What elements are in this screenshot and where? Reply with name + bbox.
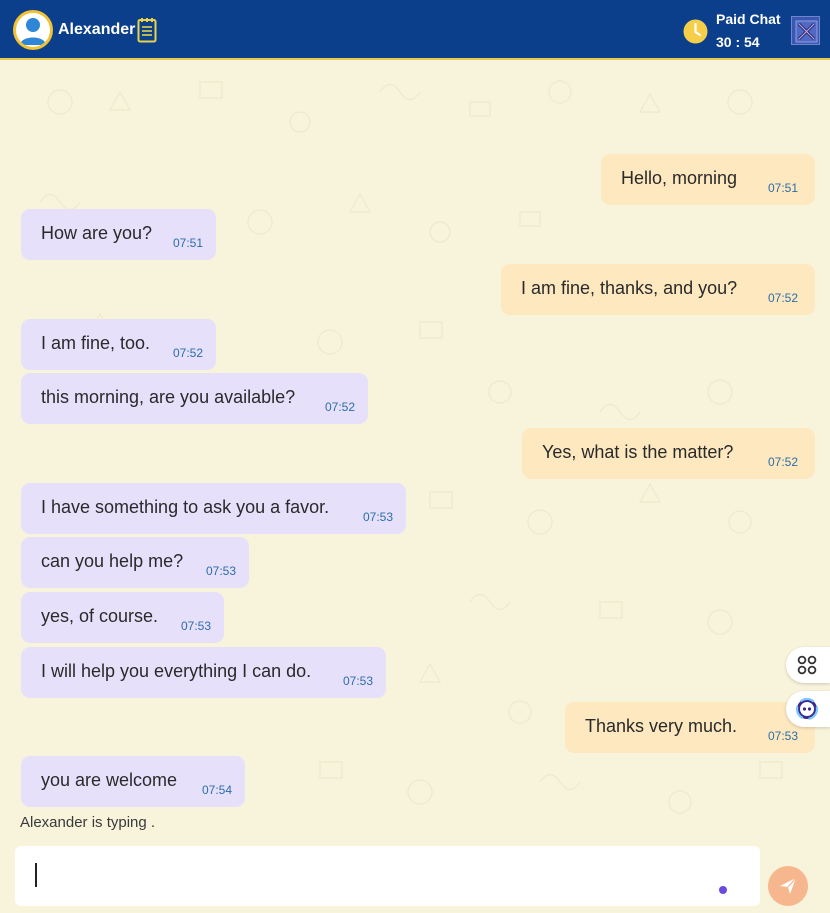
text-cursor: [35, 863, 37, 887]
apps-grid-icon: [797, 655, 817, 675]
message-text: Hello, morning: [621, 168, 738, 188]
message-time: 07:53: [205, 564, 236, 578]
message-bubble-incoming[interactable]: this morning, are you available? 07:52: [21, 373, 368, 424]
close-button[interactable]: [791, 16, 820, 45]
message-bubble-outgoing[interactable]: I am fine, thanks, and you? 07:52: [501, 264, 815, 315]
message-text: How are you?: [41, 223, 153, 243]
clock-icon: [683, 19, 708, 49]
message-time: 07:52: [324, 400, 355, 414]
message-time: 07:53: [362, 510, 393, 524]
message-text: yes, of course.: [41, 606, 159, 626]
message-bubble-incoming[interactable]: I have something to ask you a favor. 07:…: [21, 483, 406, 534]
assistant-button[interactable]: [786, 691, 830, 727]
message-time: 07:51: [172, 236, 203, 250]
message-bubble-incoming[interactable]: I am fine, too. 07:52: [21, 319, 216, 370]
user-icon: [20, 18, 46, 45]
message-bubble-incoming[interactable]: How are you? 07:51: [21, 209, 216, 260]
close-icon: [795, 20, 818, 43]
chat-timer: 30 : 54: [716, 34, 760, 50]
message-input[interactable]: [15, 846, 760, 906]
contact-name: Alexander: [58, 21, 136, 38]
message-text: I have something to ask you a favor.: [41, 497, 330, 517]
message-time: 07:51: [767, 181, 798, 195]
message-text: you are welcome: [41, 770, 178, 790]
message-bubble-outgoing[interactable]: Hello, morning 07:51: [601, 154, 815, 205]
avatar[interactable]: [13, 10, 53, 50]
message-bubble-incoming[interactable]: can you help me? 07:53: [21, 537, 249, 588]
message-time: 07:53: [342, 674, 373, 688]
chat-area[interactable]: Hello, morning 07:51 How are you? 07:51 …: [0, 62, 830, 842]
message-time: 07:52: [767, 455, 798, 469]
paid-chat-label: Paid Chat: [716, 11, 781, 27]
message-time: 07:52: [767, 291, 798, 305]
message-text: Yes, what is the matter?: [542, 442, 734, 462]
message-text: Thanks very much.: [585, 716, 738, 736]
message-text: I am fine, too.: [41, 333, 151, 353]
send-icon: [780, 877, 797, 894]
apps-grid-button[interactable]: [786, 647, 830, 683]
chat-header: Alexander Paid Chat 30 : 54: [0, 0, 830, 60]
message-bubble-outgoing[interactable]: Yes, what is the matter? 07:52: [522, 428, 815, 479]
typing-indicator: Alexander is typing .: [20, 814, 156, 831]
message-time: 07:52: [172, 346, 203, 360]
message-text: I will help you everything I can do.: [41, 661, 312, 681]
status-dot: [719, 886, 727, 894]
message-text: can you help me?: [41, 551, 184, 571]
message-bubble-outgoing[interactable]: Thanks very much. 07:53: [565, 702, 815, 753]
message-text: I am fine, thanks, and you?: [521, 278, 738, 298]
message-bubble-incoming[interactable]: yes, of course. 07:53: [21, 592, 224, 643]
message-bubble-incoming[interactable]: you are welcome 07:54: [21, 756, 245, 807]
message-time: 07:54: [201, 783, 232, 797]
message-time: 07:53: [767, 729, 798, 743]
send-button[interactable]: [768, 866, 808, 906]
message-text: this morning, are you available?: [41, 387, 296, 407]
notepad-icon[interactable]: [137, 17, 157, 48]
assistant-face-icon: [795, 697, 819, 721]
message-bubble-incoming[interactable]: I will help you everything I can do. 07:…: [21, 647, 386, 698]
message-time: 07:53: [180, 619, 211, 633]
